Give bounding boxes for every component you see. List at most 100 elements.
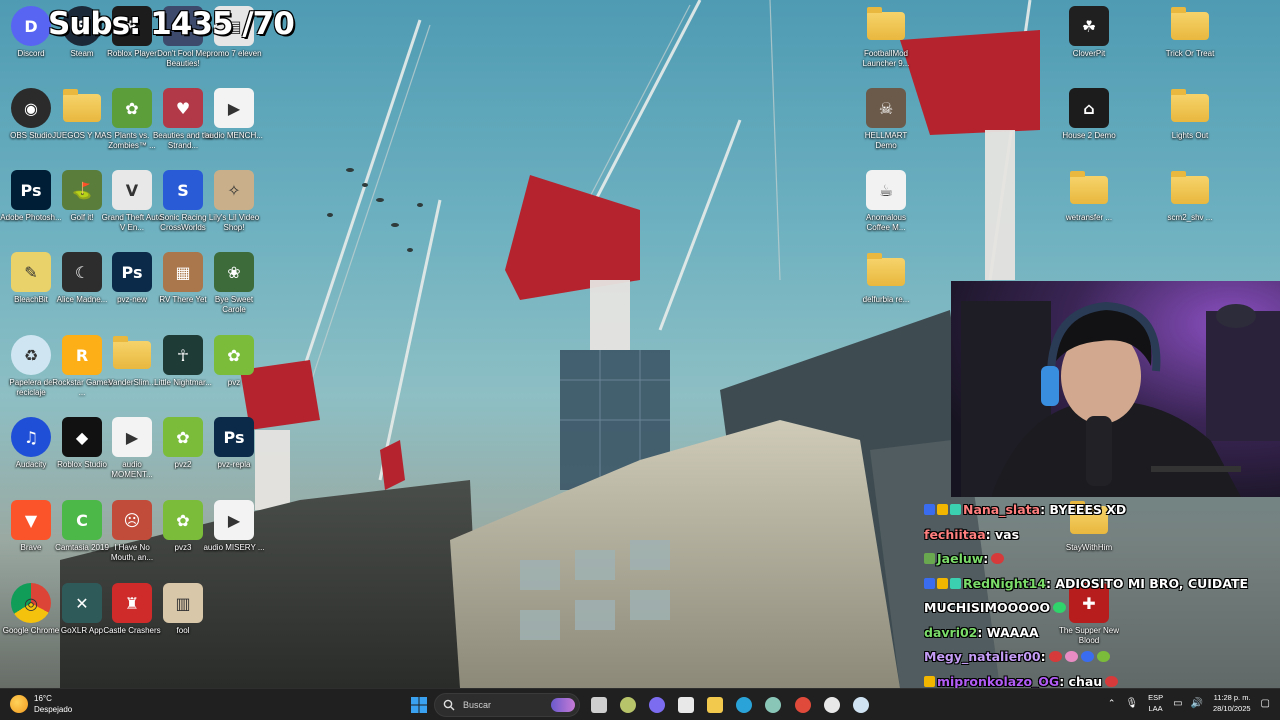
desktop-icon[interactable]: wetransfer ... (1063, 170, 1115, 223)
chat-badge-icon (924, 504, 935, 515)
chat-text: : BYEEES XD (1040, 502, 1127, 517)
desktop-icon-label: wetransfer ... (1065, 213, 1113, 222)
desktop-icon[interactable]: VanderSlim... (106, 335, 158, 388)
bleachbit-icon: ✎ (11, 252, 51, 292)
desktop-icon[interactable]: ✿ pvz3 (157, 500, 209, 553)
desktop-icon[interactable]: R Rockstar Games ... (52, 335, 112, 398)
desktop-icon-label: promo 7 eleven (206, 49, 262, 58)
network-icon[interactable]: ▭ (1173, 698, 1182, 709)
chevron-up-icon[interactable]: ⌃ (1108, 698, 1116, 709)
start-button[interactable] (406, 693, 432, 717)
chat-badge-icon (950, 577, 961, 589)
chat-badge-icon (924, 675, 935, 687)
chat-message: Jaeluw: (924, 547, 1280, 572)
file-explorer-button[interactable] (702, 693, 728, 717)
desktop-icon[interactable]: ♫ Audacity (5, 417, 57, 470)
desktop-icon[interactable]: ◎ Google Chrome (3, 583, 59, 636)
desktop-icon[interactable]: Trick Or Treat (1164, 6, 1216, 59)
weather-widget[interactable]: 16°C Despejado (10, 693, 72, 715)
desktop-icon-label: FootballMod Launcher 9... (862, 49, 910, 68)
discord-taskbar-button[interactable] (819, 693, 845, 717)
chat-username: mipronkolazo_OG (937, 673, 1060, 689)
desktop-icon[interactable]: ▶ audio MENCH... (205, 88, 263, 141)
taskbar-search-box[interactable]: Buscar (434, 693, 580, 717)
desktop-icon[interactable]: ▶ audio MOMENT... (106, 417, 158, 480)
desktop-icon[interactable]: ▥ fool (157, 583, 209, 636)
edge-button[interactable] (731, 693, 757, 717)
language-indicator[interactable]: ESP LAA (1148, 692, 1163, 714)
desktop-icon[interactable]: ♜ Castle Crashers (103, 583, 161, 636)
chat-emote-icon (991, 553, 1005, 564)
volume-icon[interactable]: 🔊 (1191, 698, 1203, 709)
desktop-icon[interactable]: ▼ Brave (5, 500, 57, 553)
desktop-icon[interactable]: ▶ audio MISERY ... (203, 500, 265, 553)
store-button[interactable] (673, 693, 699, 717)
desktop-icon-label: Bye Sweet Carole (214, 295, 254, 314)
golf-icon: ⛳ (62, 170, 102, 210)
desktop-icon[interactable]: V Grand Theft Auto V En... (102, 170, 162, 233)
desktop-icon[interactable]: S Sonic Racing CrossWorlds (157, 170, 209, 233)
desktop-icon[interactable]: Ps Adobe Photosh... (0, 170, 62, 223)
chat-emote-icon (1064, 651, 1078, 662)
desktop-icon[interactable]: delfurbia re... (860, 252, 912, 305)
chat-emote-icon (1048, 651, 1062, 662)
desktop-icon[interactable]: ✿ Plants vs. Zombies™ ... (106, 88, 158, 151)
desktop-icon[interactable]: ✧ Lily's Lil Video Shop! (208, 170, 260, 233)
game-icon: ☘ (1069, 6, 1109, 46)
desktop-icon-label: Trick Or Treat (1165, 49, 1215, 58)
goxlr-taskbar-icon (765, 697, 781, 713)
desktop-icon[interactable]: ▦ RV There Yet (157, 252, 209, 305)
desktop-icon-label: delfurbia re... (862, 295, 910, 304)
copilot-button[interactable] (644, 693, 670, 717)
obs-taskbar-button[interactable] (615, 693, 641, 717)
desktop-icon[interactable]: ⌂ House 2 Demo (1062, 88, 1116, 141)
desktop-icon[interactable]: ☹ I Have No Mouth, an... (106, 500, 158, 563)
steam-taskbar-button[interactable] (848, 693, 874, 717)
desktop-icon[interactable]: ✿ pvz (208, 335, 260, 388)
audacity-icon: ♫ (11, 417, 51, 457)
desktop-icon[interactable]: FootballMod Launcher 9... (860, 6, 912, 69)
brave-icon: ▼ (11, 500, 51, 540)
chat-message: MUCHISIMOOOOO (924, 596, 1280, 621)
system-tray: ⌃ 🎙 ESP LAA ▭ 🔊 11:28 p. m. 28/10/2025 ▢ (1108, 692, 1270, 714)
desktop-icon[interactable]: Ps pvz-repla (208, 417, 260, 470)
microphone-icon[interactable]: 🎙 (1125, 698, 1138, 709)
desktop-icon[interactable]: ☕ Anomalous Coffee M... (860, 170, 912, 233)
desktop-icon[interactable]: ☠ HELLMART Demo (860, 88, 912, 151)
desktop-icon[interactable]: ❀ Bye Sweet Carole (208, 252, 260, 315)
psd-file-icon: Ps (112, 252, 152, 292)
edge-icon (736, 697, 752, 713)
chat-text: : WAAAA (977, 624, 1039, 640)
game-icon: ♥ (163, 88, 203, 128)
desktop-icon[interactable]: scm2_shv ... (1164, 170, 1216, 223)
weather-sun-icon (10, 695, 28, 713)
desktop-icon[interactable]: ♻ Papelera de reciclaje (5, 335, 57, 398)
notifications-icon[interactable]: ▢ (1261, 698, 1270, 709)
desktop-icon[interactable]: ☥ Little Nightmar... (154, 335, 212, 388)
desktop-icon[interactable]: Ps pvz-new (106, 252, 158, 305)
webcam-overlay (951, 281, 1280, 497)
chrome-taskbar-button[interactable] (790, 693, 816, 717)
folder-icon (1170, 170, 1210, 210)
desktop-icon[interactable]: ✿ pvz2 (157, 417, 209, 470)
chat-emote-icon (1105, 675, 1119, 687)
subs-counter-overlay: Subs: 1435 /70 (48, 6, 295, 42)
chat-message: Megy_natalier00: (924, 645, 1280, 670)
desktop-icon[interactable]: ◉ OBS Studio (5, 88, 57, 141)
pvz-icon: ✿ (214, 335, 254, 375)
windows-logo-icon (411, 697, 427, 713)
chat-emote-icon (1080, 651, 1094, 662)
desktop-icon[interactable]: Lights Out (1164, 88, 1216, 141)
chat-text: MUCHISIMOOOOO (924, 600, 1051, 615)
camtasia-icon: C (62, 500, 102, 540)
taskbar-clock[interactable]: 11:28 p. m. 28/10/2025 (1213, 692, 1251, 714)
search-highlight-icon (551, 698, 575, 712)
chat-message: RedNight14: ADIOSITO MI BRO, CUIDATE (924, 572, 1280, 597)
desktop-icon-label: CloverPit (1072, 49, 1106, 58)
chat-badge-icon (924, 553, 935, 564)
task-view-button[interactable] (586, 693, 612, 717)
desktop-icon[interactable]: ♥ Beauties and the Strand... (153, 88, 213, 151)
desktop-icon[interactable]: ✎ BleachBit (5, 252, 57, 305)
goxlr-taskbar-button[interactable] (760, 693, 786, 717)
desktop-icon[interactable]: ☘ CloverPit (1063, 6, 1115, 59)
